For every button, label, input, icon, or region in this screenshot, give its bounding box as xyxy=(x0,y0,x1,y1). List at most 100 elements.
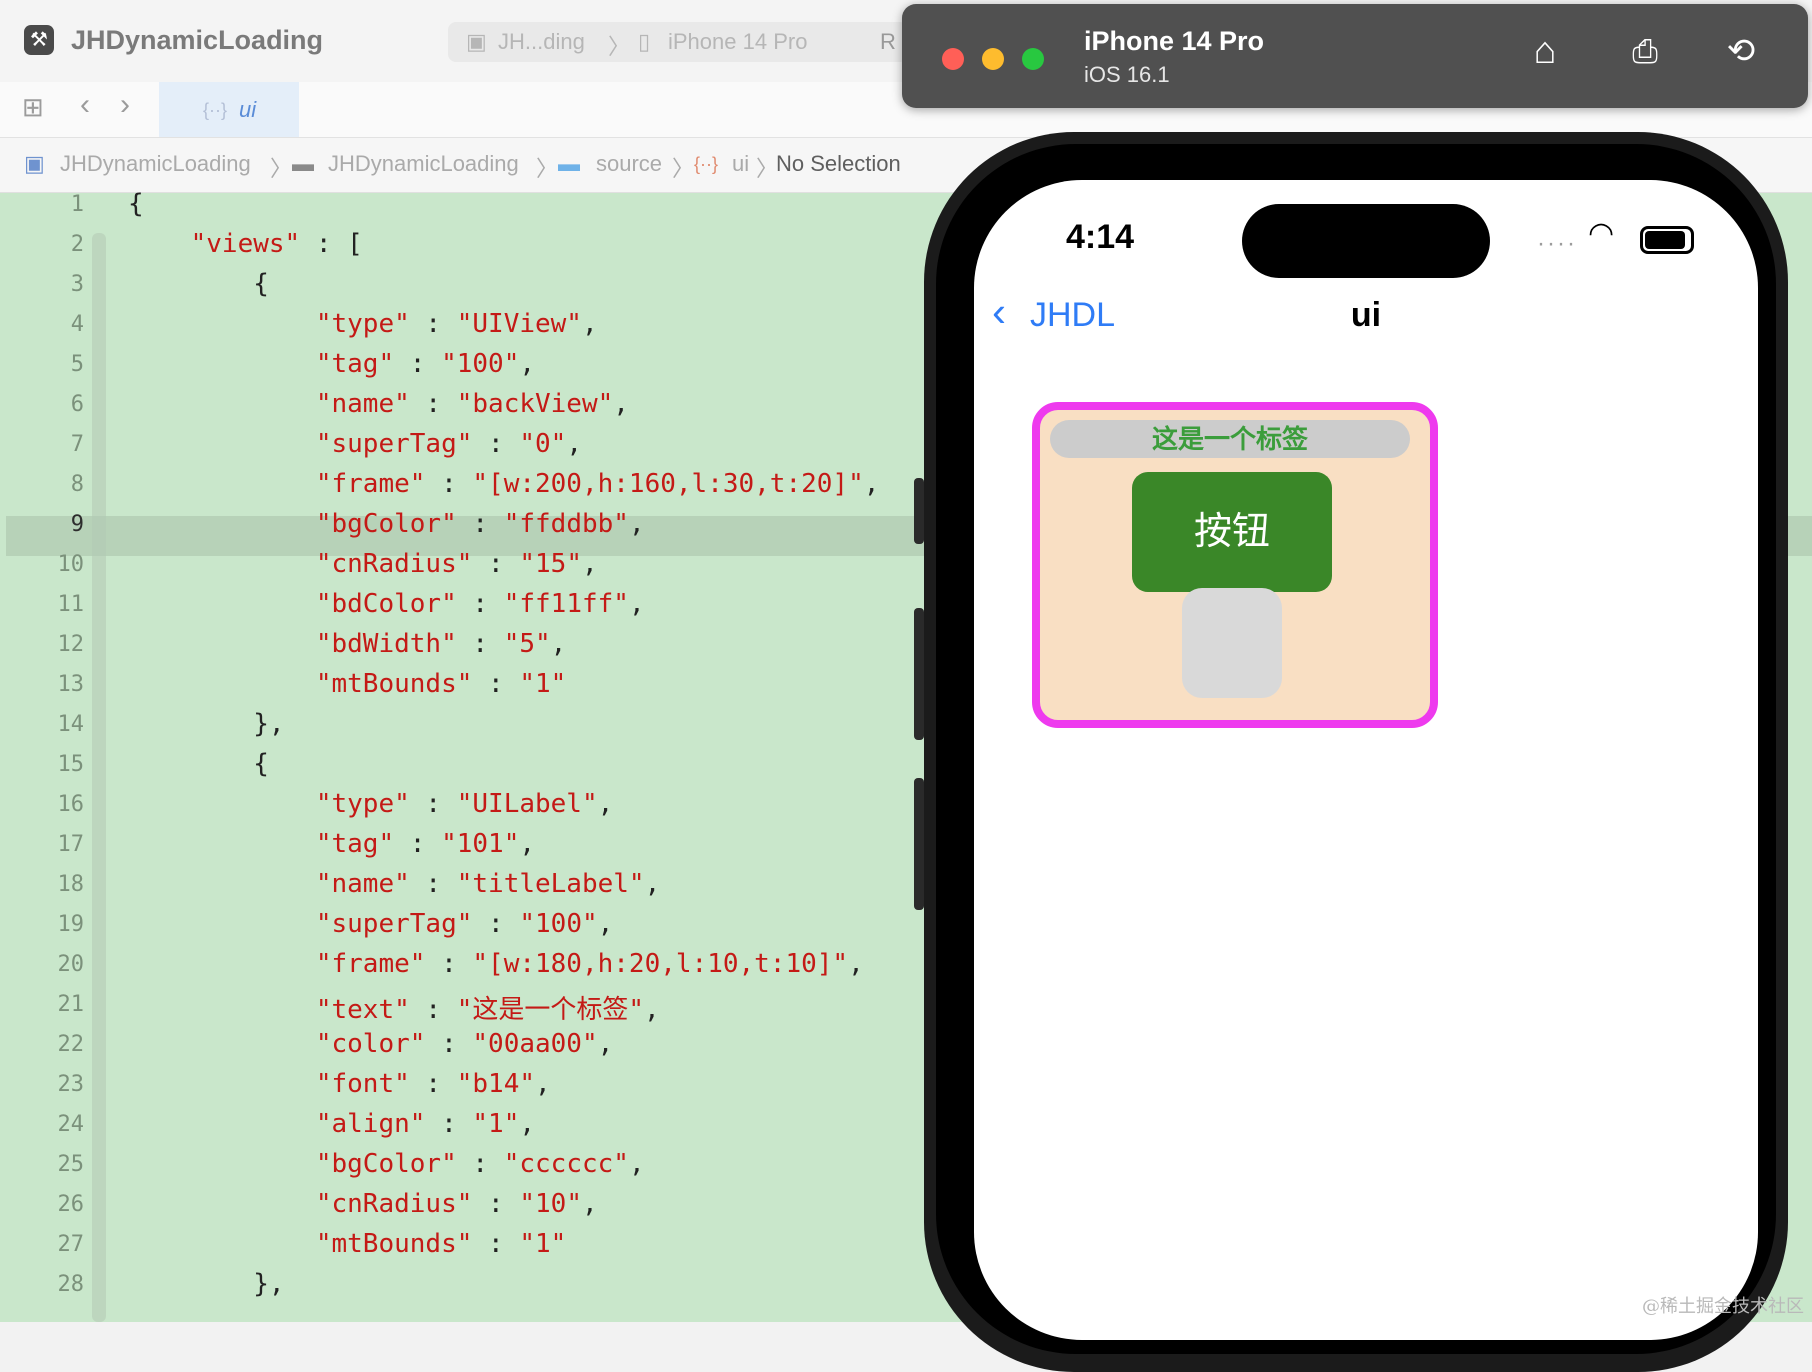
line-number: 15 xyxy=(57,752,85,777)
code-line[interactable]: "tag" : "100", xyxy=(128,349,535,379)
line-number: 28 xyxy=(57,1272,85,1297)
line-number: 6 xyxy=(70,392,84,417)
battery-icon xyxy=(1640,226,1694,254)
wifi-icon: ◠ xyxy=(1588,217,1615,250)
code-line[interactable]: }, xyxy=(128,1269,284,1299)
app-project-icon: ⚒ xyxy=(24,25,54,55)
iphone-frame: 4:14 ···· ◠ ‹ JHDL ui 这是一个标签 按钮 xyxy=(924,132,1788,1372)
line-number: 17 xyxy=(57,832,85,857)
chevron-right-icon: 〉 xyxy=(608,34,631,59)
line-number: 3 xyxy=(70,272,84,297)
home-icon[interactable]: ⌂ xyxy=(1522,28,1568,74)
line-number: 19 xyxy=(57,912,85,937)
code-line[interactable]: "type" : "UIView", xyxy=(128,309,598,339)
line-number: 11 xyxy=(57,592,85,617)
scheme-selector[interactable]: ▣ JH...ding 〉 ▯ iPhone 14 Pro R xyxy=(448,22,908,62)
code-line[interactable]: "views" : [ xyxy=(128,229,363,259)
cellular-signal-icon: ···· xyxy=(1537,230,1577,257)
rotate-icon[interactable]: ⟲ xyxy=(1718,28,1764,74)
line-number: 4 xyxy=(70,312,84,337)
scheme-extra-label: R xyxy=(880,29,896,54)
line-number-gutter: 1 2 3 4 5 6 7 8 9 10 11 12 13 14 15 16 17 18 19 20 21 22 23 24 2… xyxy=(0,192,92,1322)
breadcrumb-project[interactable]: JHDynamicLoading xyxy=(60,151,251,177)
code-line[interactable]: "bdWidth" : "5", xyxy=(128,629,566,659)
phone-mute-switch xyxy=(914,478,924,544)
chevron-right-icon: 〉 xyxy=(672,156,695,181)
scheme-app-icon: ▣ xyxy=(466,29,487,54)
line-number: 22 xyxy=(57,1032,85,1057)
code-line[interactable]: "name" : "backView", xyxy=(128,389,629,419)
code-line[interactable]: "tag" : "101", xyxy=(128,829,535,859)
code-line[interactable]: { xyxy=(128,749,269,779)
screenshot-camera-icon[interactable]: ⎙ xyxy=(1622,28,1668,74)
grid-icon[interactable]: ⊞ xyxy=(22,92,44,123)
forward-arrow-icon[interactable]: › xyxy=(120,88,130,122)
zoom-window-button[interactable] xyxy=(1022,48,1044,70)
image-view-placeholder xyxy=(1182,588,1282,698)
project-title: JHDynamicLoading xyxy=(71,25,324,55)
project-icon: ▣ xyxy=(24,151,45,176)
simulator-device-name: iPhone 14 Pro xyxy=(1084,26,1265,56)
code-line[interactable]: "frame" : "[w:200,h:160,l:30,t:20]", xyxy=(128,469,880,499)
editor-scrollbar[interactable] xyxy=(92,233,106,1322)
code-line[interactable]: "bgColor" : "cccccc", xyxy=(128,1149,645,1179)
nav-back-button[interactable]: JHDL xyxy=(1030,296,1115,335)
simulator-os-version: iOS 16.1 xyxy=(1084,62,1170,87)
line-number: 7 xyxy=(70,432,84,457)
breadcrumb-file[interactable]: ui xyxy=(732,151,749,177)
iphone-bezel: 4:14 ···· ◠ ‹ JHDL ui 这是一个标签 按钮 xyxy=(936,144,1776,1354)
code-line[interactable]: "bgColor" : "ffddbb", xyxy=(128,509,645,539)
status-time: 4:14 xyxy=(1066,218,1135,256)
code-line[interactable]: "bdColor" : "ff11ff", xyxy=(128,589,645,619)
line-number: 2 xyxy=(70,232,84,257)
xcode-window: ⚒ JHDynamicLoading ▣ JH...ding 〉 ▯ iPhon… xyxy=(0,0,1812,1372)
code-line[interactable]: { xyxy=(128,269,269,299)
json-braces-icon: {··} xyxy=(694,154,719,174)
code-line[interactable]: "superTag" : "0", xyxy=(128,429,582,459)
title-label: 这是一个标签 xyxy=(1050,420,1410,458)
device-icon: ▯ xyxy=(638,29,651,54)
line-number: 13 xyxy=(57,672,85,697)
folder-icon: ▬ xyxy=(292,151,314,176)
code-line[interactable]: "mtBounds" : "1" xyxy=(128,1229,566,1259)
dynamic-island xyxy=(1242,204,1490,278)
breadcrumb-group[interactable]: JHDynamicLoading xyxy=(328,151,519,177)
watermark-text: @稀土掘金技术社区 xyxy=(1642,1296,1804,1317)
breadcrumb-folder[interactable]: source xyxy=(596,151,662,177)
scheme-device-label: iPhone 14 Pro xyxy=(668,29,808,54)
code-line[interactable]: "type" : "UILabel", xyxy=(128,789,613,819)
code-line[interactable]: { xyxy=(128,189,144,219)
code-line[interactable]: "color" : "00aa00", xyxy=(128,1029,613,1059)
line-number: 25 xyxy=(57,1152,85,1177)
line-number: 12 xyxy=(57,632,85,657)
line-number: 5 xyxy=(70,352,84,377)
code-line[interactable]: "cnRadius" : "15", xyxy=(128,549,598,579)
line-number: 1 xyxy=(70,192,84,217)
code-line[interactable]: "align" : "1", xyxy=(128,1109,535,1139)
breadcrumb-selection[interactable]: No Selection xyxy=(776,151,901,177)
code-line[interactable]: }, xyxy=(128,709,284,739)
minimize-window-button[interactable] xyxy=(982,48,1004,70)
chevron-left-icon[interactable]: ‹ xyxy=(992,288,1006,336)
code-line[interactable]: "cnRadius" : "10", xyxy=(128,1189,598,1219)
scheme-project-label: JH...ding xyxy=(498,29,585,54)
code-line[interactable]: "name" : "titleLabel", xyxy=(128,869,660,899)
nav-title: ui xyxy=(1350,296,1382,334)
line-number: 20 xyxy=(57,952,85,977)
line-number: 16 xyxy=(57,792,85,817)
close-window-button[interactable] xyxy=(942,48,964,70)
code-line[interactable]: "text" : "这是一个标签", xyxy=(128,989,660,1026)
line-number: 23 xyxy=(57,1072,85,1097)
code-line[interactable]: "superTag" : "100", xyxy=(128,909,613,939)
code-line[interactable]: "frame" : "[w:180,h:20,l:10,t:10]", xyxy=(128,949,864,979)
sample-button[interactable]: 按钮 xyxy=(1132,472,1332,592)
code-line[interactable]: "mtBounds" : "1" xyxy=(128,669,566,699)
chevron-right-icon: 〉 xyxy=(536,156,559,181)
phone-volume-up xyxy=(914,608,924,740)
tab-ui[interactable]: {··} ui xyxy=(159,82,299,137)
line-number: 10 xyxy=(57,552,85,577)
line-number: 18 xyxy=(57,872,85,897)
simulator-titlebar: iPhone 14 Pro iOS 16.1 ⌂ ⎙ ⟲ xyxy=(902,4,1808,108)
back-arrow-icon[interactable]: ‹ xyxy=(80,88,90,122)
code-line[interactable]: "font" : "b14", xyxy=(128,1069,551,1099)
